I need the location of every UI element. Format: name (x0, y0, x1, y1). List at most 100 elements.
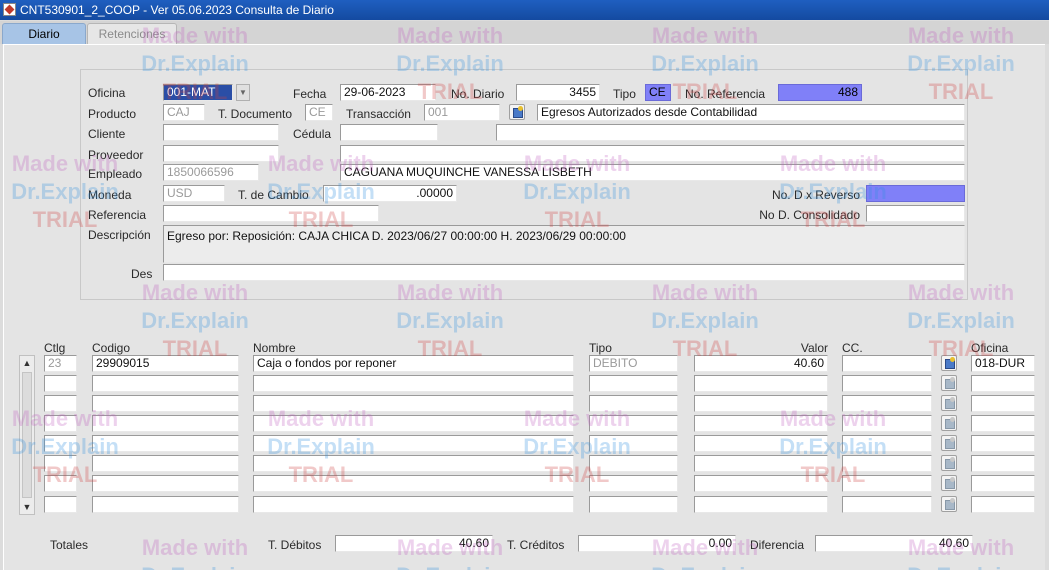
ctlg-cell[interactable] (44, 395, 77, 412)
ctlg-cell[interactable]: 23 (44, 355, 77, 372)
valor-cell[interactable] (694, 415, 828, 432)
codigo-cell[interactable] (92, 395, 239, 412)
cliente-field[interactable] (163, 124, 279, 141)
producto-field[interactable]: CAJ (163, 104, 205, 121)
t-creditos-field[interactable]: 0.00 (578, 535, 736, 552)
list-of-values-icon[interactable] (941, 415, 957, 431)
ctlg-cell[interactable] (44, 496, 77, 513)
tipo-cell[interactable] (589, 395, 678, 412)
valor-cell[interactable] (694, 375, 828, 392)
nombre-cell[interactable] (253, 415, 574, 432)
tab-retenciones[interactable]: Retenciones (87, 23, 177, 44)
cc-cell[interactable] (842, 496, 932, 513)
empleado-field[interactable]: 1850066596 (163, 164, 259, 181)
oficina-cell[interactable] (971, 475, 1035, 492)
window-titlebar: CNT530901_2_COOP - Ver 05.06.2023 Consul… (0, 0, 1049, 20)
codigo-cell[interactable] (92, 475, 239, 492)
diferencia-field[interactable]: 40.60 (815, 535, 973, 552)
tipo-label: Tipo (613, 87, 636, 101)
tipo-cell[interactable] (589, 475, 678, 492)
nombre-cell[interactable] (253, 375, 574, 392)
no-reverso-field[interactable] (866, 185, 965, 202)
no-consolidado-field[interactable] (866, 205, 965, 222)
valor-cell[interactable] (694, 435, 828, 452)
no-referencia-field[interactable]: 488 (778, 84, 862, 101)
t-cambio-field[interactable]: .00000 (323, 185, 457, 202)
ctlg-cell[interactable] (44, 375, 77, 392)
tipo-cell[interactable] (589, 435, 678, 452)
valor-cell[interactable] (694, 475, 828, 492)
cc-cell[interactable] (842, 455, 932, 472)
referencia-field[interactable] (163, 205, 379, 222)
codigo-cell[interactable] (92, 435, 239, 452)
tipo-field[interactable]: CE (645, 84, 671, 101)
list-of-values-icon[interactable] (941, 355, 957, 371)
col-codigo-header: Codigo (92, 341, 131, 355)
fecha-field[interactable]: 29-06-2023 (340, 84, 436, 101)
ctlg-cell[interactable] (44, 475, 77, 492)
tipo-cell[interactable] (589, 375, 678, 392)
valor-cell[interactable] (694, 496, 828, 513)
no-diario-field[interactable]: 3455 (516, 84, 600, 101)
proveedor-field[interactable] (163, 145, 279, 162)
nombre-cell[interactable] (253, 475, 574, 492)
proveedor-name-field (340, 145, 965, 162)
codigo-cell[interactable] (92, 455, 239, 472)
oficina-cell[interactable] (971, 415, 1035, 432)
oficina-cell[interactable]: 018-DUR (971, 355, 1035, 372)
transaccion-field[interactable]: 001 (424, 104, 500, 121)
ctlg-cell[interactable] (44, 455, 77, 472)
ctlg-cell[interactable] (44, 415, 77, 432)
oficina-cell[interactable] (971, 455, 1035, 472)
oficina-cell[interactable] (971, 496, 1035, 513)
codigo-cell[interactable]: 29909015 (92, 355, 239, 372)
list-of-values-icon[interactable] (941, 395, 957, 411)
cc-cell[interactable] (842, 395, 932, 412)
des-field[interactable] (163, 264, 965, 281)
cc-cell[interactable] (842, 415, 932, 432)
nombre-cell[interactable] (253, 435, 574, 452)
t-debitos-label: T. Débitos (268, 538, 322, 552)
oficina-cell[interactable] (971, 435, 1035, 452)
valor-cell[interactable] (694, 395, 828, 412)
arrow-up-icon[interactable]: ▲ (20, 356, 34, 370)
no-reverso-label: No. D x Reverso (771, 188, 860, 202)
chevron-down-icon[interactable]: ▼ (236, 84, 250, 101)
cc-cell[interactable] (842, 355, 932, 372)
list-of-values-icon[interactable] (941, 455, 957, 471)
arrow-down-icon[interactable]: ▼ (20, 500, 34, 514)
list-of-values-icon[interactable] (941, 496, 957, 512)
t-documento-field[interactable]: CE (305, 104, 333, 121)
valor-cell[interactable] (694, 455, 828, 472)
tipo-cell[interactable] (589, 415, 678, 432)
nombre-cell[interactable] (253, 455, 574, 472)
list-of-values-icon[interactable] (941, 435, 957, 451)
cc-cell[interactable] (842, 375, 932, 392)
list-of-values-icon[interactable] (941, 375, 957, 391)
tab-diario[interactable]: Diario (2, 23, 86, 44)
oficina-cell[interactable] (971, 375, 1035, 392)
oficina-cell[interactable] (971, 395, 1035, 412)
cc-cell[interactable] (842, 475, 932, 492)
descripcion-field[interactable]: Egreso por: Reposición: CAJA CHICA D. 20… (163, 225, 965, 263)
tipo-cell[interactable]: DEBITO (589, 355, 678, 372)
ctlg-cell[interactable] (44, 435, 77, 452)
nombre-cell[interactable] (253, 496, 574, 513)
detail-scrollbar[interactable]: ▲ ▼ (19, 355, 35, 515)
tipo-cell[interactable] (589, 496, 678, 513)
codigo-cell[interactable] (92, 375, 239, 392)
list-of-values-icon[interactable] (941, 475, 957, 491)
moneda-field[interactable]: USD (163, 185, 225, 202)
list-of-values-icon[interactable] (509, 104, 525, 120)
cc-cell[interactable] (842, 435, 932, 452)
nombre-cell[interactable] (253, 395, 574, 412)
codigo-cell[interactable] (92, 496, 239, 513)
valor-cell[interactable]: 40.60 (694, 355, 828, 372)
cedula-field[interactable] (340, 124, 438, 141)
oficina-field[interactable]: 001-MAT (163, 84, 233, 101)
scroll-thumb[interactable] (22, 372, 32, 498)
codigo-cell[interactable] (92, 415, 239, 432)
tipo-cell[interactable] (589, 455, 678, 472)
nombre-cell[interactable]: Caja o fondos por reponer (253, 355, 574, 372)
t-debitos-field[interactable]: 40.60 (335, 535, 493, 552)
